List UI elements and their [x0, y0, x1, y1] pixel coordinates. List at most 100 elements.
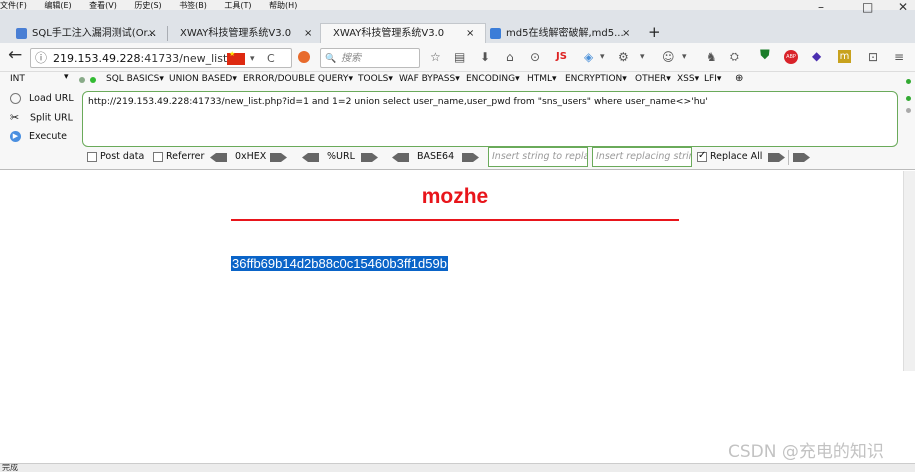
- url-host: 219.153.49.228: [53, 52, 141, 65]
- replace-all-checkbox[interactable]: Replace All: [697, 150, 762, 162]
- addon-icon[interactable]: [298, 51, 310, 63]
- arrow-right-icon[interactable]: [793, 153, 810, 162]
- url-text: 219.153.49.228:41733/new_list.ph: [53, 52, 245, 65]
- tab-label: XWAY科技管理系统V3.0: [333, 28, 445, 39]
- menu-help[interactable]: 帮助(H): [269, 1, 297, 10]
- back-button[interactable]: ←: [8, 47, 22, 64]
- diamond-icon[interactable]: ◆: [812, 49, 821, 63]
- menu-edit[interactable]: 编辑(E): [44, 1, 71, 10]
- reading-list-icon[interactable]: ▤: [454, 50, 465, 64]
- menu-bookmarks[interactable]: 书签(B): [179, 1, 207, 10]
- hex-label: 0xHEX: [235, 151, 267, 162]
- menu-sql-basics[interactable]: SQL BASICS▾: [106, 74, 164, 84]
- status-dot-icon: [906, 79, 911, 84]
- close-window-button[interactable]: ✕: [898, 0, 908, 14]
- replacing-input[interactable]: Insert replacing string: [592, 147, 692, 167]
- menu-file[interactable]: 文件(F): [0, 1, 27, 10]
- tab-close-icon[interactable]: ×: [466, 24, 482, 43]
- addon-gray-icon[interactable]: ⊙: [530, 50, 540, 64]
- info-icon[interactable]: ⓘ: [35, 51, 47, 65]
- menu-history[interactable]: 历史(S): [134, 1, 161, 10]
- arrow-left-icon[interactable]: [392, 153, 409, 162]
- page-icon: [490, 28, 501, 39]
- load-url-button[interactable]: Load URL: [10, 93, 74, 104]
- divider: [788, 150, 789, 165]
- menu-tools[interactable]: 工具(T): [224, 1, 251, 10]
- arrow-right-icon[interactable]: [462, 153, 479, 162]
- home-icon[interactable]: ⌂: [506, 50, 514, 64]
- referrer-checkbox[interactable]: Referrer: [153, 151, 204, 162]
- tab-label: XWAY科技管理系统V3.0: [180, 28, 292, 39]
- hackbar-menu: INT ▾ SQL BASICS▾ UNION BASED▾ ERROR/DOU…: [0, 72, 915, 88]
- search-input[interactable]: 搜索: [341, 52, 361, 66]
- tab-xway-active[interactable]: XWAY科技管理系统V3.0: [320, 23, 486, 43]
- color-picker-icon[interactable]: ◈: [584, 50, 593, 64]
- menu-encoding[interactable]: ENCODING▾: [466, 74, 520, 84]
- new-tab-button[interactable]: +: [648, 23, 668, 42]
- status-dot-icon: [90, 77, 96, 83]
- dropdown-icon[interactable]: ▾: [600, 50, 605, 64]
- menu-xss[interactable]: XSS▾: [677, 74, 699, 84]
- menu-icon[interactable]: ≡: [894, 50, 904, 64]
- arrow-right-icon[interactable]: [270, 153, 287, 162]
- status-text: 完成: [2, 463, 18, 472]
- screenshot-icon[interactable]: ⊡: [868, 50, 878, 64]
- watermark: CSDN @充电的知识: [728, 442, 884, 462]
- search-icon: 🔍: [325, 54, 337, 64]
- menu-waf-bypass[interactable]: WAF BYPASS▾: [399, 74, 460, 84]
- menu-other[interactable]: OTHER▾: [635, 74, 671, 84]
- dropdown-icon[interactable]: ▾: [640, 50, 645, 64]
- extension-m-icon[interactable]: m: [838, 50, 851, 63]
- menu-union-based[interactable]: UNION BASED▾: [169, 74, 237, 84]
- shield-icon[interactable]: ⛊: [760, 49, 770, 63]
- scrollbar[interactable]: [903, 171, 915, 371]
- checkbox-icon: [87, 151, 97, 162]
- execute-button[interactable]: ▶ Execute: [10, 131, 67, 142]
- base64-label: BASE64: [417, 151, 455, 162]
- type-select[interactable]: INT: [10, 74, 25, 84]
- maximize-button[interactable]: □: [862, 0, 873, 14]
- menu-encryption[interactable]: ENCRYPTION▾: [565, 74, 627, 84]
- arrow-right-icon[interactable]: [361, 153, 378, 162]
- tab-md5[interactable]: md5在线解密破解,md5...: [486, 24, 636, 43]
- menu-html[interactable]: HTML▾: [527, 74, 557, 84]
- hackbar-search-icon[interactable]: ⊕: [735, 73, 743, 84]
- tab-sql-test[interactable]: SQL手工注入漏洞测试(Or...: [12, 24, 164, 43]
- arrow-left-icon[interactable]: [302, 153, 319, 162]
- bookmark-star-icon[interactable]: ☆: [430, 50, 441, 64]
- title-divider: [231, 219, 679, 221]
- post-data-checkbox[interactable]: Post data: [87, 151, 144, 162]
- menu-tools[interactable]: TOOLS▾: [358, 74, 393, 84]
- menu-view[interactable]: 查看(V): [89, 1, 117, 10]
- replace-input[interactable]: Insert string to replace: [488, 147, 588, 167]
- url-textarea-value: http://219.153.49.228:41733/new_list.php…: [88, 96, 708, 107]
- tab-close-icon[interactable]: ×: [622, 24, 638, 43]
- type-dropdown-icon[interactable]: ▾: [64, 72, 69, 82]
- chess-knight-icon[interactable]: ♞: [706, 50, 717, 64]
- url-textarea[interactable]: http://219.153.49.228:41733/new_list.php…: [82, 91, 898, 147]
- menu-error-double-query[interactable]: ERROR/DOUBLE QUERY▾: [243, 74, 353, 84]
- arrow-left-icon[interactable]: [210, 153, 227, 162]
- minimize-button[interactable]: –: [818, 0, 824, 14]
- url-bar[interactable]: ⓘ 219.153.49.228:41733/new_list.ph ★ ▾ C: [30, 48, 292, 68]
- status-dot-icon: [906, 96, 911, 101]
- dropdown-icon[interactable]: ▾: [250, 52, 255, 66]
- status-bar: 完成: [0, 463, 915, 472]
- reload-icon[interactable]: C: [267, 52, 275, 66]
- load-url-icon: [10, 93, 21, 104]
- tab-xway-1[interactable]: XWAY科技管理系统V3.0: [160, 24, 310, 43]
- user-agent-icon[interactable]: ☺: [662, 50, 675, 64]
- addon-gray-icon[interactable]: ⛭: [730, 50, 739, 64]
- search-box[interactable]: 🔍 搜索: [320, 48, 420, 68]
- adblock-icon[interactable]: ABP: [784, 50, 798, 64]
- arrow-right-icon[interactable]: [768, 153, 785, 162]
- page-icon: [16, 28, 27, 39]
- menu-lfi[interactable]: LFI▾: [704, 74, 721, 84]
- selected-hash-text[interactable]: 36ffb69b14d2b88c0c15460b3ff1d59b: [231, 256, 448, 271]
- javascript-icon[interactable]: JS: [556, 50, 567, 64]
- download-icon[interactable]: ⬇: [480, 50, 490, 64]
- settings-icon[interactable]: ⚙: [618, 50, 629, 64]
- dropdown-icon[interactable]: ▾: [682, 50, 687, 64]
- split-url-button[interactable]: ✂ Split URL: [10, 112, 73, 124]
- status-dot-icon: [906, 108, 911, 113]
